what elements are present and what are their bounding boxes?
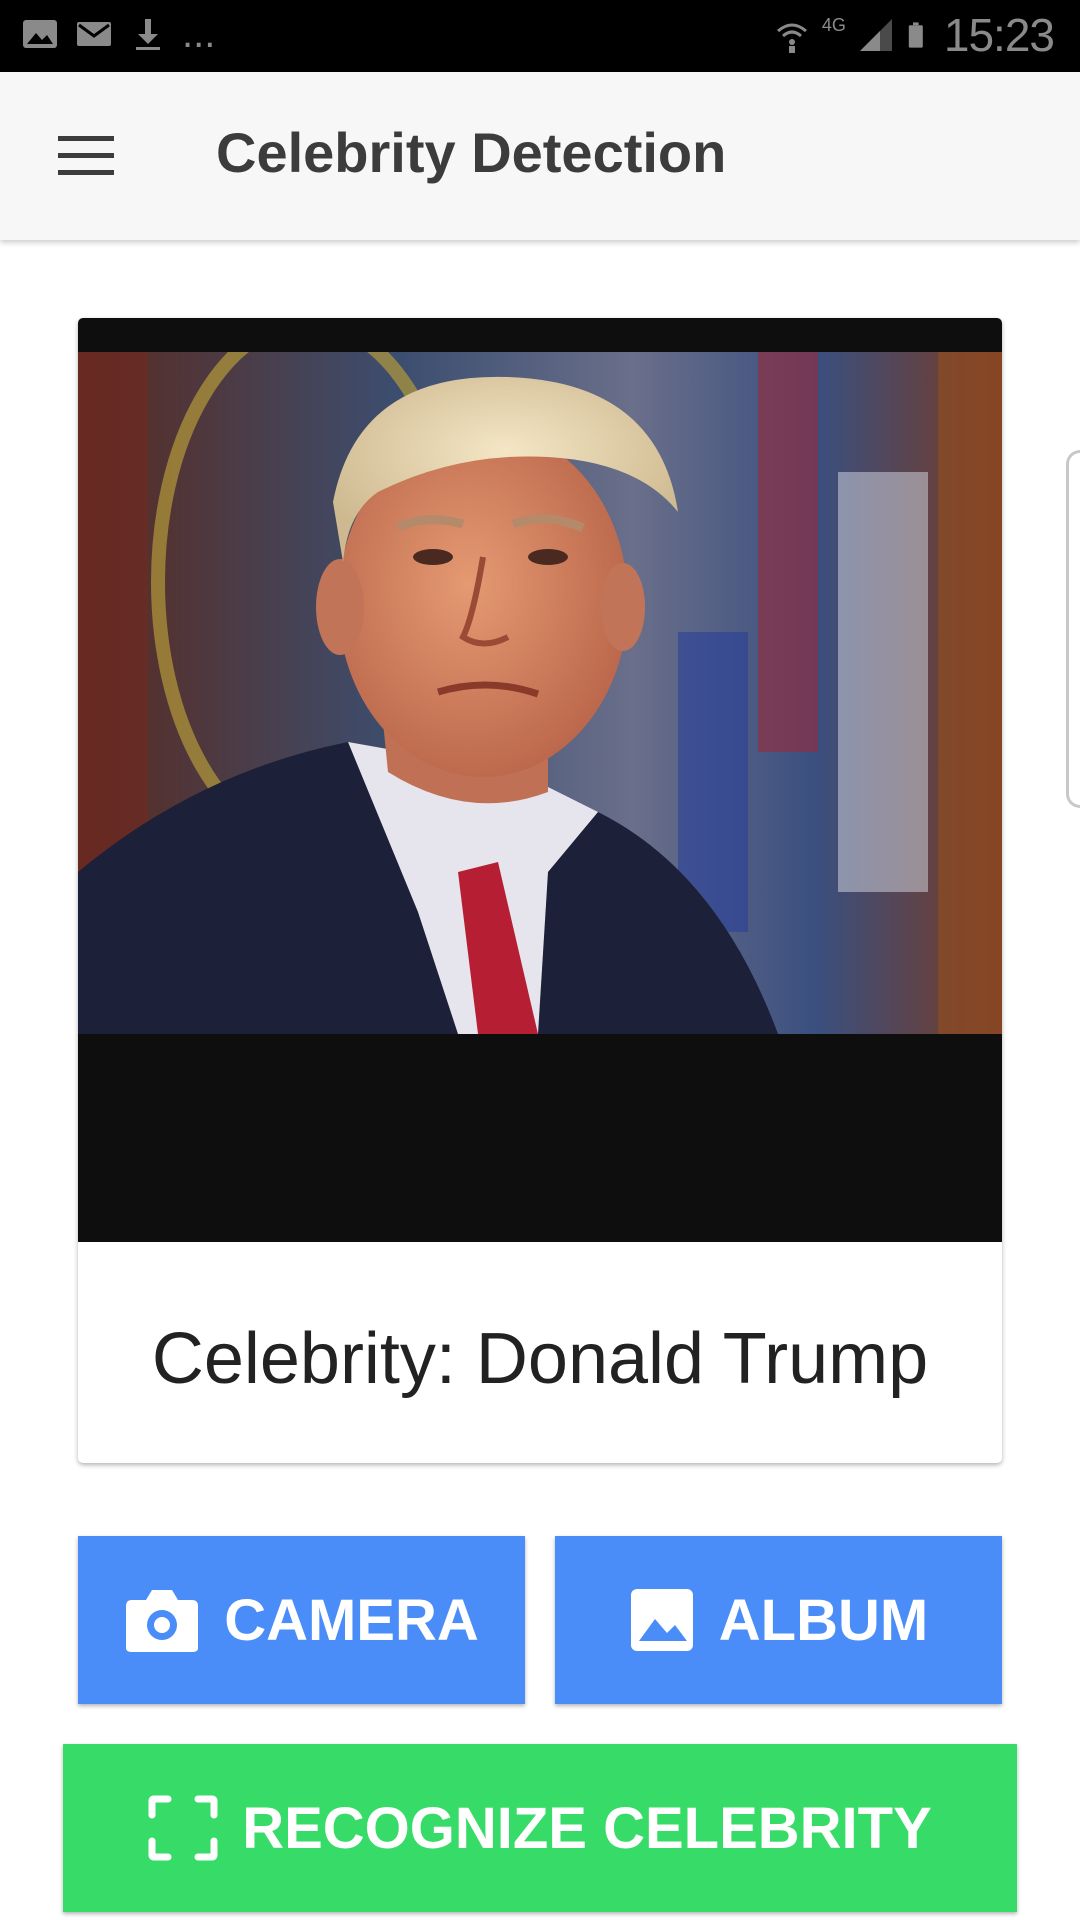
album-button[interactable]: ALBUM <box>555 1536 1002 1704</box>
recognition-result-text: Celebrity: Donald Trump <box>151 1319 929 1399</box>
status-notifications: ... <box>20 14 215 54</box>
menu-button[interactable] <box>58 122 132 190</box>
image-icon <box>630 1589 693 1651</box>
gallery-notification-icon <box>23 20 57 48</box>
celebrity-photo <box>78 352 1002 1034</box>
selected-photo-frame <box>78 318 1002 1242</box>
scan-frame-icon <box>148 1795 218 1861</box>
app-bar: Celebrity Detection <box>0 72 1080 240</box>
status-bar: ... 4G 15:23 <box>0 0 1080 72</box>
hamburger-menu-icon <box>58 136 114 175</box>
camera-button[interactable]: CAMERA <box>78 1536 525 1704</box>
recognize-celebrity-button[interactable]: RECOGNIZE CELEBRITY <box>63 1744 1017 1912</box>
signal-strength-icon <box>859 19 892 51</box>
more-notifications-indicator: ... <box>182 12 216 56</box>
battery-icon <box>908 22 923 48</box>
network-type-label: 4G <box>821 14 846 35</box>
album-button-label: ALBUM <box>718 1587 929 1653</box>
wifi-calling-icon <box>776 23 807 53</box>
camera-button-label: CAMERA <box>224 1587 479 1653</box>
recognize-button-label: RECOGNIZE CELEBRITY <box>242 1795 932 1861</box>
camera-icon <box>126 1590 199 1652</box>
download-notification-icon <box>136 19 160 50</box>
mail-notification-icon <box>77 22 111 46</box>
page-title: Celebrity Detection <box>216 121 727 184</box>
side-panel-handle[interactable] <box>1066 450 1080 808</box>
status-system: 4G 15:23 <box>772 8 1055 62</box>
status-time: 15:23 <box>943 9 1055 61</box>
result-card: Celebrity: Donald Trump <box>78 318 1002 1463</box>
